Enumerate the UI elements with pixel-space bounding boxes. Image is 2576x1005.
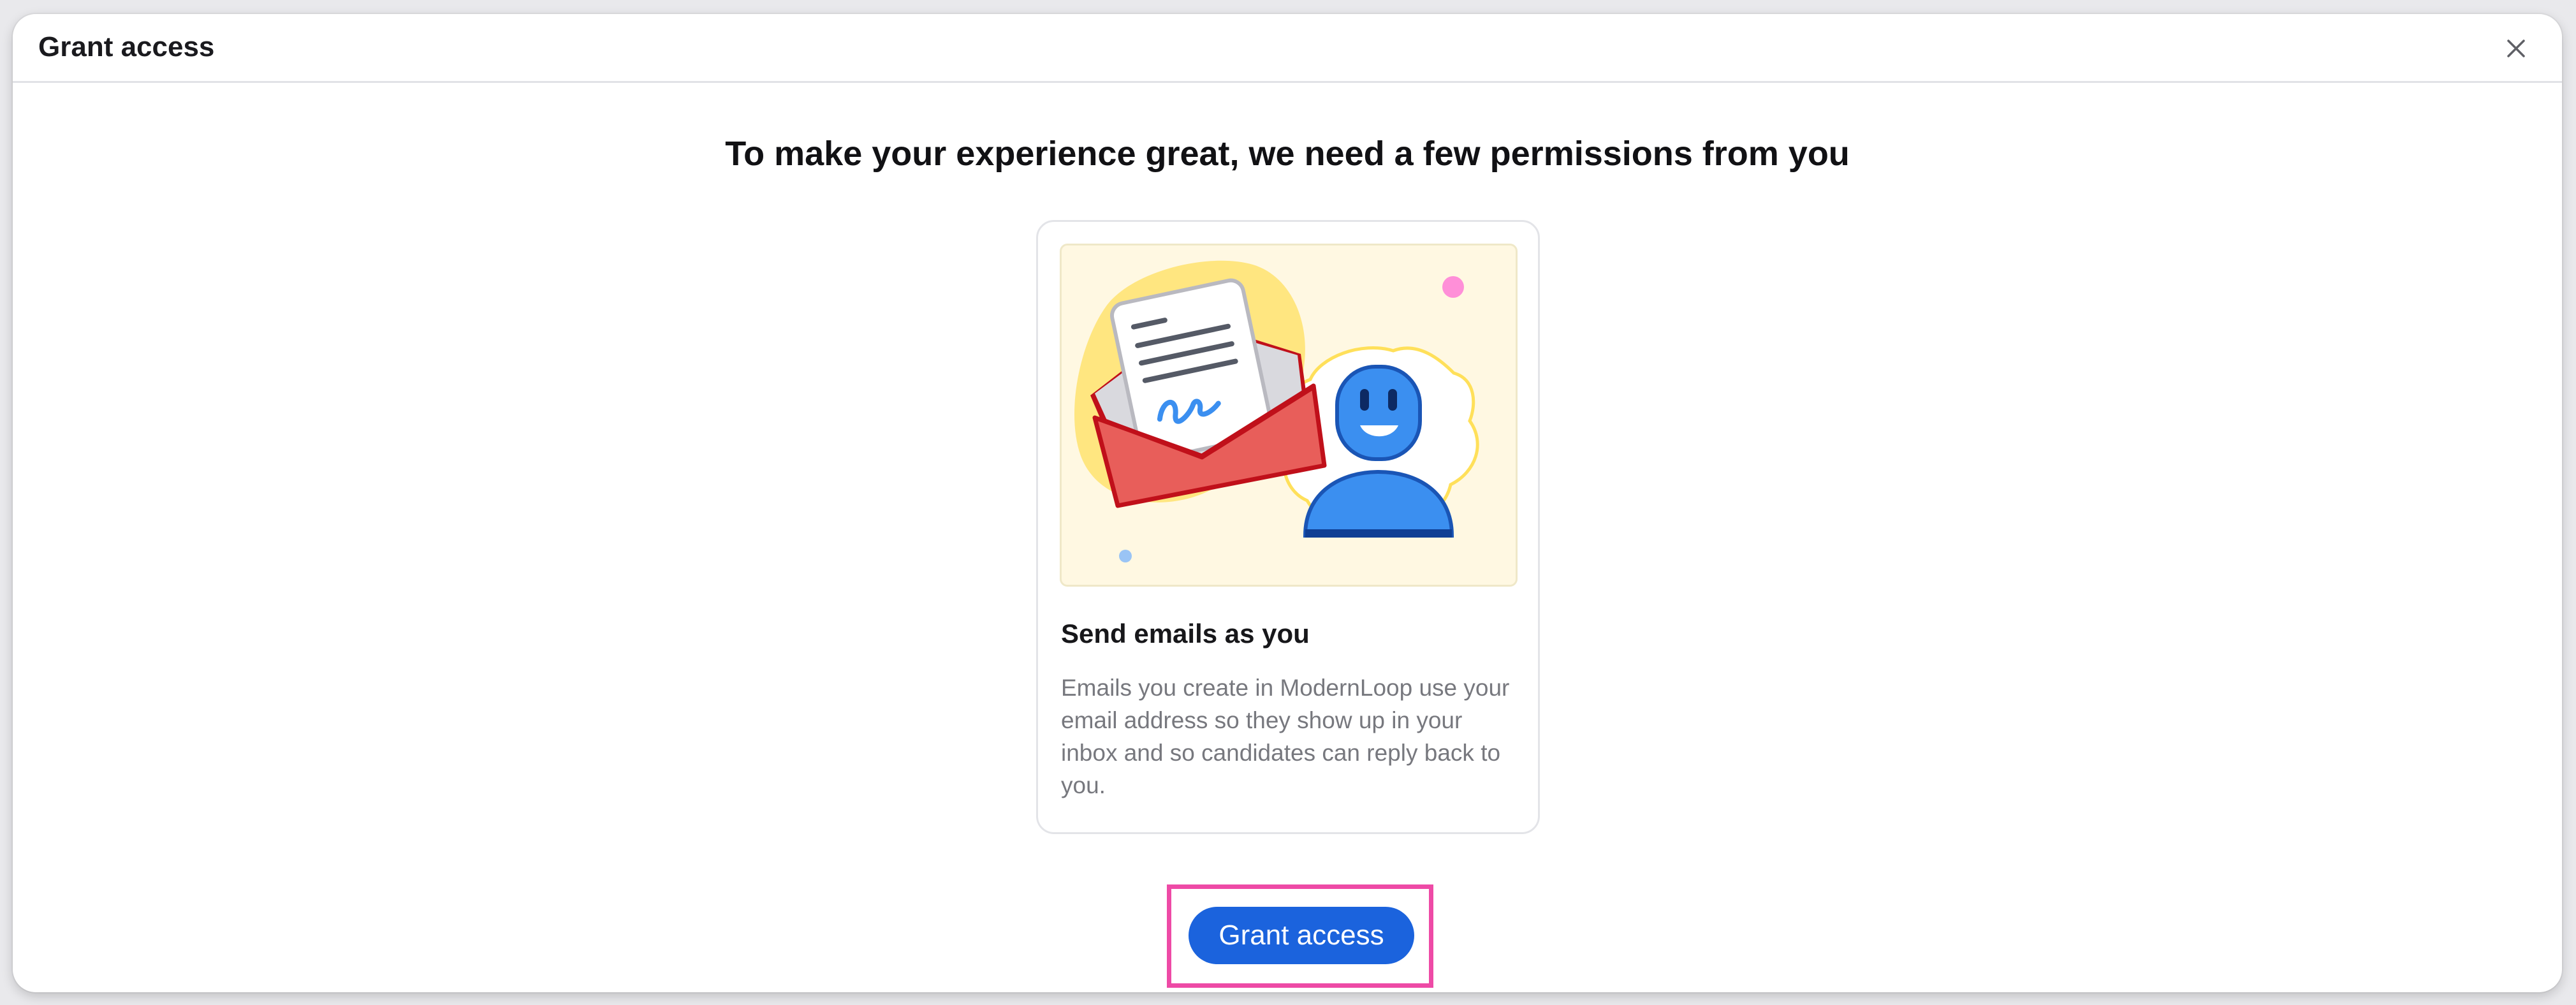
grant-access-button[interactable]: Grant access bbox=[1189, 907, 1414, 964]
grant-access-dialog: Grant access To make your experience gre… bbox=[13, 14, 2562, 992]
permissions-headline: To make your experience great, we need a… bbox=[725, 135, 1850, 173]
permission-title: Send emails as you bbox=[1061, 619, 1310, 649]
dialog-header: Grant access bbox=[13, 14, 2562, 83]
permission-description: Emails you create in ModernLoop use your… bbox=[1061, 675, 1510, 798]
close-icon bbox=[2507, 40, 2525, 57]
close-button[interactable] bbox=[2497, 29, 2535, 68]
dialog-title: Grant access bbox=[38, 31, 215, 62]
send-email-illustration bbox=[1060, 244, 1518, 587]
permission-card-send-emails: Send emails as you Emails you create in … bbox=[1036, 220, 1540, 834]
email-envelope-with-person-illustration-icon bbox=[1074, 260, 1479, 562]
